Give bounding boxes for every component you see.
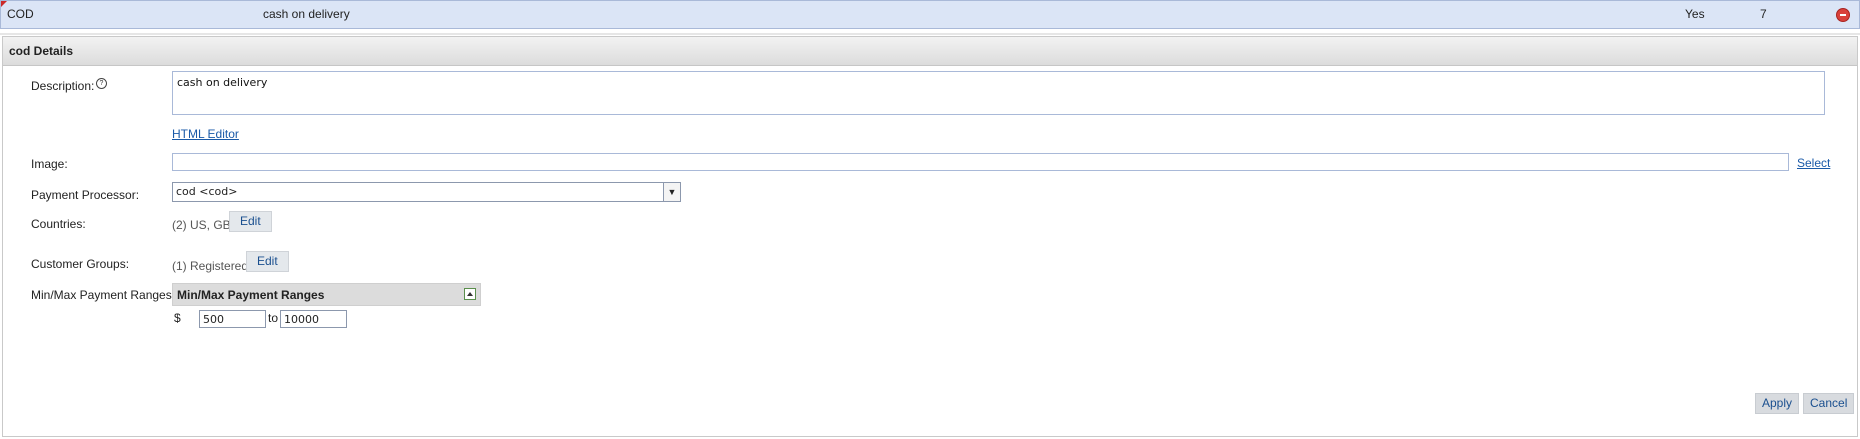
remove-circle-icon[interactable] bbox=[1836, 8, 1850, 22]
row-enabled: Yes bbox=[1685, 7, 1705, 21]
row-sort-order: 7 bbox=[1760, 7, 1767, 21]
payment-ranges-label: Min/Max Payment Ranges: bbox=[31, 288, 176, 302]
collapse-icon[interactable] bbox=[464, 288, 476, 300]
select-image-link[interactable]: Select bbox=[1797, 156, 1830, 170]
help-icon[interactable]: ? bbox=[96, 78, 107, 89]
to-label: to bbox=[268, 311, 279, 325]
cancel-button[interactable]: Cancel bbox=[1803, 393, 1855, 414]
payment-ranges-header: Min/Max Payment Ranges bbox=[172, 283, 481, 306]
payment-ranges-title: Min/Max Payment Ranges bbox=[177, 288, 325, 302]
payment-processor-label: Payment Processor: bbox=[31, 188, 140, 202]
row-description: cash on delivery bbox=[263, 7, 350, 21]
payment-processor-value: cod <cod> bbox=[176, 185, 238, 198]
max-range-input[interactable]: 10000 bbox=[280, 310, 347, 328]
min-range-input[interactable]: 500 bbox=[199, 310, 266, 328]
chevron-down-icon[interactable]: ▼ bbox=[663, 183, 680, 201]
panel-title: cod Details bbox=[9, 44, 74, 58]
countries-value: (2) US, GB bbox=[172, 218, 231, 232]
payment-processor-select[interactable]: cod <cod> ▼ bbox=[172, 182, 681, 202]
currency-symbol: $ bbox=[174, 311, 181, 325]
image-field[interactable] bbox=[172, 153, 1789, 171]
countries-label: Countries: bbox=[31, 217, 86, 231]
customer-groups-label: Customer Groups: bbox=[31, 257, 130, 271]
payment-method-row[interactable]: COD cash on delivery Yes 7 bbox=[0, 0, 1860, 29]
customer-groups-edit-button[interactable]: Edit bbox=[246, 251, 289, 272]
image-label: Image: bbox=[31, 157, 68, 171]
html-editor-link[interactable]: HTML Editor bbox=[172, 127, 239, 141]
row-code: COD bbox=[7, 7, 34, 21]
divider bbox=[0, 33, 1860, 35]
panel-header: cod Details bbox=[3, 37, 1857, 66]
apply-button[interactable]: Apply bbox=[1755, 393, 1800, 414]
description-label: Description: bbox=[31, 79, 95, 93]
countries-edit-button[interactable]: Edit bbox=[229, 211, 272, 232]
description-field[interactable]: cash on delivery bbox=[172, 71, 1825, 115]
customer-groups-value: (1) Registered bbox=[172, 259, 249, 273]
